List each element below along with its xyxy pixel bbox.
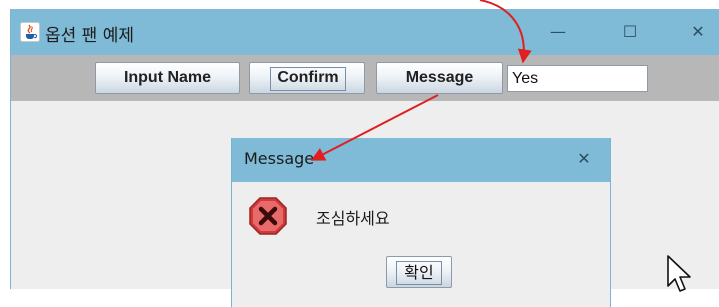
arrow-to-name-field [479, 0, 532, 64]
screenshot-stage: 옵션 팬 예제 — ☐ ✕ Input Name Confirm Message… [0, 0, 719, 307]
arrow-to-dialog [310, 94, 439, 161]
mouse-pointer-icon [667, 255, 691, 292]
annotation-arrows [310, 0, 532, 161]
